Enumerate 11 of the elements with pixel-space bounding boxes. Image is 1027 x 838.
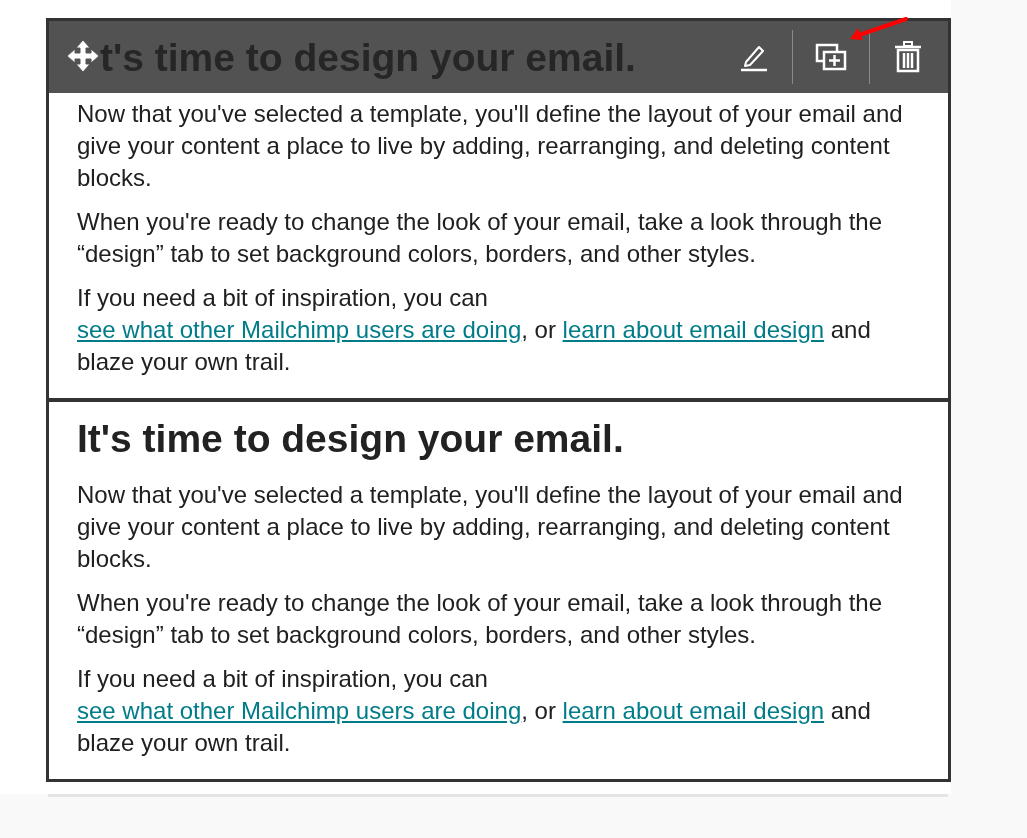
paragraph: If you need a bit of inspiration, you can see what other Mailchimp users are doing, or learn about email design and blaze your own trail.: [77, 283, 872, 377]
link[interactable]: see what other Mailchimp users are doing: [77, 697, 522, 724]
link[interactable]: learn about email design: [562, 697, 825, 724]
paragraph: If you need a bit of inspiration, you can see what other Mailchimp users are doing, or learn about email design and blaze your own trail.: [77, 664, 872, 758]
paragraph: When you're ready to change the look of your email, take a look through the “design” tab to set background colors, borders, and other styles.: [77, 588, 884, 650]
paragraph: Now that you've selected a template, you'll define the layout of your email and give your content a place to live by adding, rearranging, and deleting content blocks.: [77, 480, 904, 574]
link[interactable]: see what other Mailchimp users are doing: [77, 316, 522, 343]
paragraph: When you're ready to change the look of your email, take a look through the “design” tab to set background colors, borders, and other styles.: [77, 207, 884, 269]
paragraph: Now that you've selected a template, you'll define the layout of your email and give your content a place to live by adding, rearranging, and deleting content blocks.: [77, 99, 904, 193]
block-heading: It's time to design your email.: [77, 417, 624, 461]
link[interactable]: learn about email design: [562, 316, 825, 343]
